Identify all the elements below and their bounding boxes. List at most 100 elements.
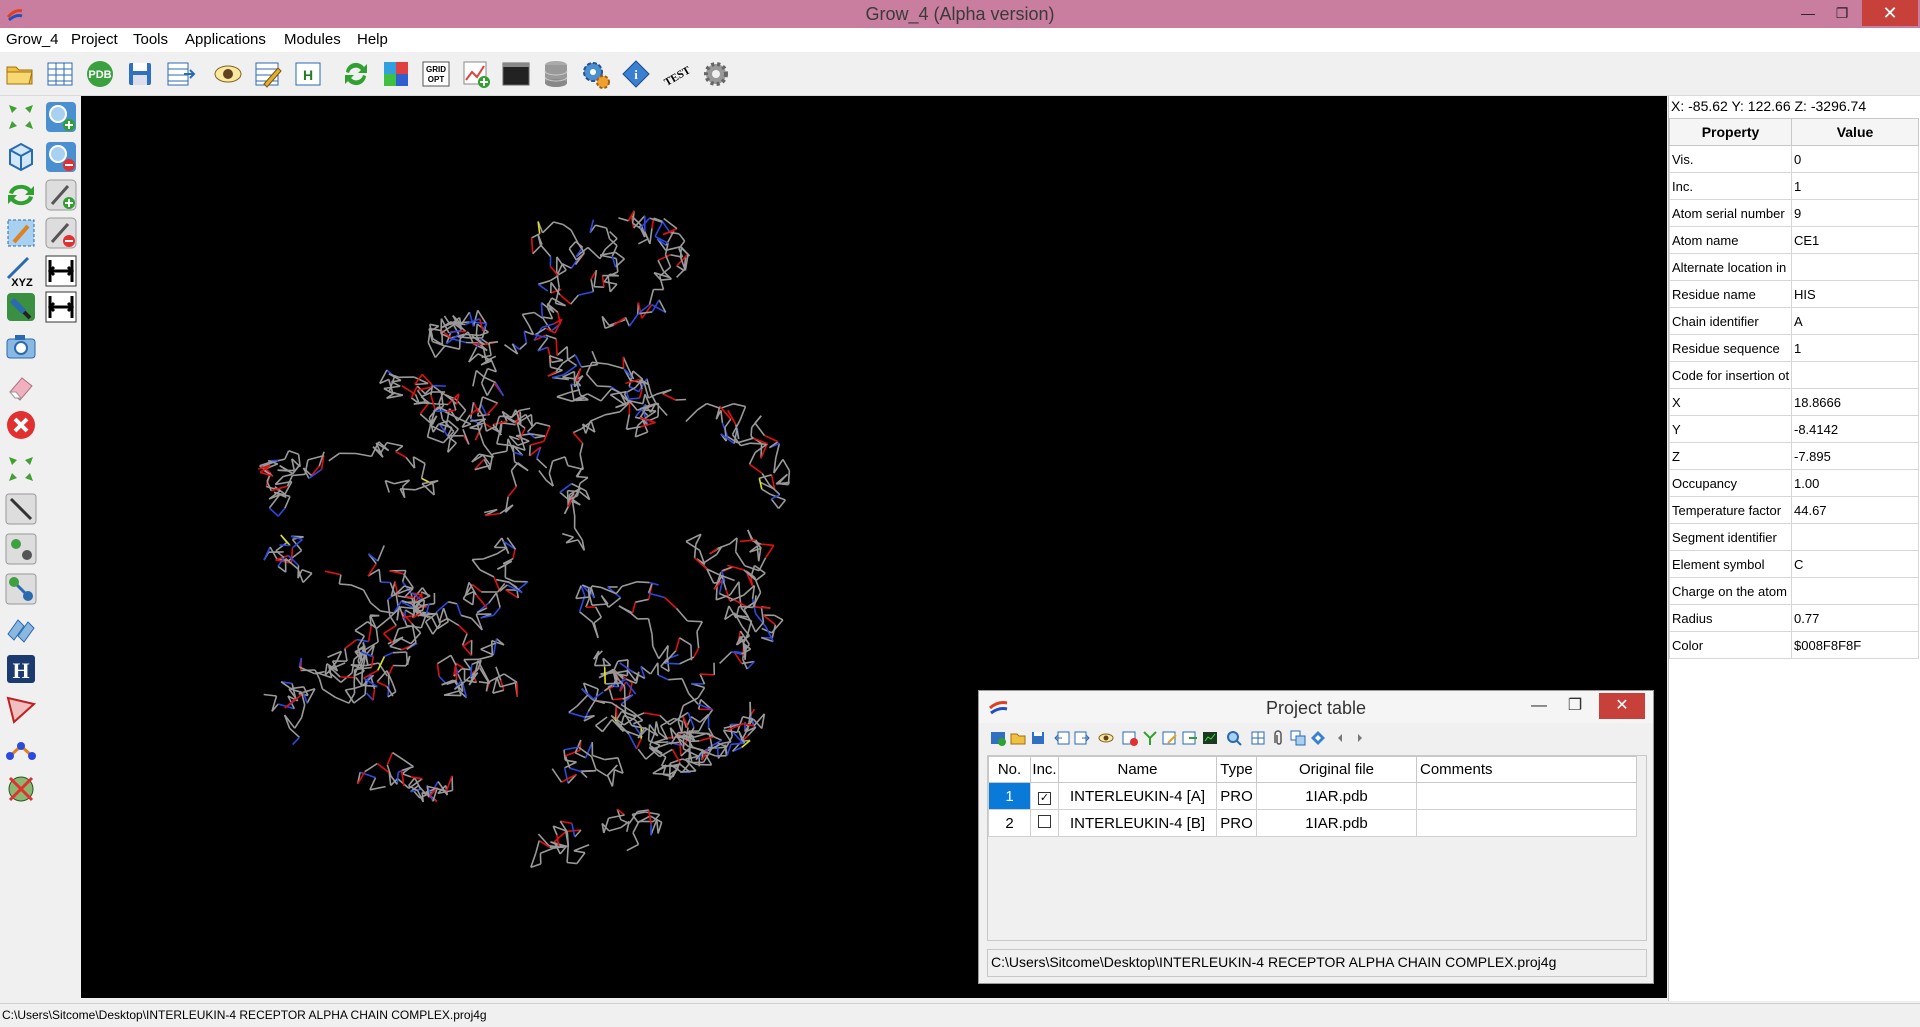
info-icon[interactable]: i <box>620 58 652 90</box>
rotate-icon[interactable] <box>4 178 38 212</box>
menu-applications[interactable]: Applications <box>185 31 266 48</box>
no-atoms-icon[interactable] <box>4 772 38 806</box>
project-maximize-button[interactable]: ❐ <box>1557 693 1593 719</box>
prev-arrow-icon[interactable] <box>1331 729 1349 747</box>
row-number[interactable]: 1 <box>988 782 1031 810</box>
property-row[interactable]: Chain identifier A <box>1669 307 1919 335</box>
grid-opt-icon[interactable]: GRID OPT <box>420 58 452 90</box>
property-row[interactable]: Vis. 0 <box>1669 145 1919 173</box>
remove-bond-icon[interactable] <box>44 216 78 250</box>
table-row[interactable]: 2 INTERLEUKIN-4 [B] PRO 1IAR.pdb <box>988 809 1637 837</box>
merge-icon[interactable] <box>1141 729 1159 747</box>
property-value[interactable]: 0.77 <box>1791 604 1919 632</box>
export-table-icon[interactable] <box>164 58 196 90</box>
row-number[interactable]: 2 <box>988 809 1031 837</box>
property-row[interactable]: X 18.8666 <box>1669 388 1919 416</box>
property-value[interactable]: CE1 <box>1791 226 1919 254</box>
bond-atoms-icon[interactable] <box>4 572 38 606</box>
ribbon-icon[interactable] <box>4 612 38 646</box>
color-grid-icon[interactable] <box>380 58 412 90</box>
grid-view-icon[interactable] <box>1249 729 1267 747</box>
row-include-cell[interactable]: ✓ <box>1030 782 1059 810</box>
eraser-icon[interactable] <box>4 370 38 404</box>
measure-distance-icon[interactable] <box>44 254 78 288</box>
col-inc[interactable]: Inc. <box>1030 756 1059 783</box>
paint-atom-icon[interactable] <box>4 290 38 324</box>
project-minimize-button[interactable]: — <box>1521 693 1557 719</box>
property-row[interactable]: Temperature factor 44.67 <box>1669 496 1919 524</box>
property-row[interactable]: Inc. 1 <box>1669 172 1919 200</box>
row-include-cell[interactable] <box>1030 809 1059 837</box>
export-icon[interactable] <box>1073 729 1091 747</box>
property-value[interactable]: 44.67 <box>1791 496 1919 524</box>
property-value[interactable]: -8.4142 <box>1791 415 1919 443</box>
move-row-icon[interactable] <box>1181 729 1199 747</box>
add-item-icon[interactable] <box>989 729 1007 747</box>
line-icon[interactable] <box>4 492 38 526</box>
property-header[interactable]: Property <box>1669 118 1792 146</box>
delete-row-icon[interactable] <box>1121 729 1139 747</box>
property-value[interactable] <box>1791 253 1919 281</box>
menu-project[interactable]: Project <box>71 31 118 48</box>
col-comments[interactable]: Comments <box>1416 756 1637 783</box>
menu-modules[interactable]: Modules <box>284 31 341 48</box>
edit-table-icon[interactable] <box>252 58 284 90</box>
maximize-button[interactable]: ❐ <box>1822 0 1862 26</box>
menu-help[interactable]: Help <box>357 31 388 48</box>
hydrogen-icon[interactable]: H <box>4 652 38 686</box>
save-icon[interactable] <box>124 58 156 90</box>
search-icon[interactable] <box>1225 729 1243 747</box>
zoom-in-icon[interactable] <box>44 100 78 134</box>
property-value[interactable]: C <box>1791 550 1919 578</box>
table-row[interactable]: 1 ✓ INTERLEUKIN-4 [A] PRO 1IAR.pdb <box>988 782 1637 810</box>
row-original-file[interactable]: 1IAR.pdb <box>1256 809 1417 837</box>
col-no[interactable]: No. <box>988 756 1031 783</box>
import-icon[interactable] <box>1053 729 1071 747</box>
new-table-icon[interactable] <box>44 58 76 90</box>
project-table-titlebar[interactable]: Project table — ❐ ✕ <box>979 691 1653 723</box>
triangle-atoms-icon[interactable] <box>4 732 38 766</box>
property-value[interactable] <box>1791 577 1919 605</box>
move-arrows-icon[interactable] <box>4 100 38 134</box>
visibility-eye-icon[interactable] <box>1097 729 1115 747</box>
plane-icon[interactable] <box>4 692 38 726</box>
row-name[interactable]: INTERLEUKIN-4 [A] <box>1058 782 1217 810</box>
property-row[interactable]: Alternate location in <box>1669 253 1919 281</box>
property-row[interactable]: Z -7.895 <box>1669 442 1919 470</box>
property-row[interactable]: Occupancy 1.00 <box>1669 469 1919 497</box>
col-type[interactable]: Type <box>1216 756 1257 783</box>
row-type[interactable]: PRO <box>1216 809 1257 837</box>
property-row[interactable]: Residue sequence 1 <box>1669 334 1919 362</box>
chart-row-icon[interactable] <box>1201 729 1219 747</box>
view-eye-icon[interactable] <box>212 58 244 90</box>
add-chart-icon[interactable] <box>460 58 492 90</box>
include-checkbox[interactable]: ✓ <box>1038 791 1051 805</box>
row-type[interactable]: PRO <box>1216 782 1257 810</box>
copy-icon[interactable] <box>1289 729 1307 747</box>
property-value[interactable]: 0 <box>1791 145 1919 173</box>
property-row[interactable]: Code for insertion ot <box>1669 361 1919 389</box>
property-value[interactable]: -7.895 <box>1791 442 1919 470</box>
diamond-icon[interactable] <box>1309 729 1327 747</box>
property-value[interactable]: 9 <box>1791 199 1919 227</box>
property-value[interactable] <box>1791 523 1919 551</box>
property-row[interactable]: Element symbol C <box>1669 550 1919 578</box>
center-arrows-icon[interactable] <box>4 452 38 486</box>
attach-icon[interactable] <box>1269 729 1287 747</box>
property-row[interactable]: Y -8.4142 <box>1669 415 1919 443</box>
property-row[interactable]: Radius 0.77 <box>1669 604 1919 632</box>
property-row[interactable]: Atom name CE1 <box>1669 226 1919 254</box>
test-icon[interactable]: TEST <box>660 58 693 90</box>
hydrogen-table-icon[interactable]: H <box>292 58 324 90</box>
database-icon[interactable] <box>540 58 572 90</box>
save-item-icon[interactable] <box>1029 729 1047 747</box>
settings-gears-icon[interactable] <box>580 58 612 90</box>
delete-icon[interactable] <box>4 408 38 442</box>
property-row[interactable]: Residue name HIS <box>1669 280 1919 308</box>
property-row[interactable]: Atom serial number 9 <box>1669 199 1919 227</box>
xyz-axes-icon[interactable]: XYZ <box>4 254 38 289</box>
gear-icon[interactable] <box>700 58 732 90</box>
property-value[interactable] <box>1791 361 1919 389</box>
value-header[interactable]: Value <box>1791 118 1919 146</box>
row-original-file[interactable]: 1IAR.pdb <box>1256 782 1417 810</box>
